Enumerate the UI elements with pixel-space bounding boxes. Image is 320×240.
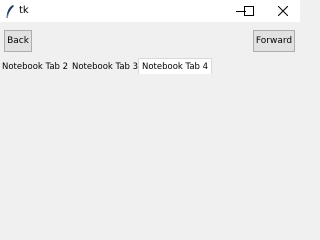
window-title: tk xyxy=(19,5,29,16)
close-icon[interactable] xyxy=(266,0,300,22)
maximize-icon[interactable] xyxy=(232,0,266,22)
notebook-tab-strip: Notebook Tab 2 Notebook Tab 3 Notebook T… xyxy=(0,58,300,75)
title-bar[interactable]: tk xyxy=(0,0,300,22)
back-button[interactable]: Back xyxy=(4,30,32,52)
app-window: tk Back Forward Notebook Tab 2 Notebook … xyxy=(0,0,300,223)
notebook-tab-panel xyxy=(0,74,300,223)
feather-icon xyxy=(5,4,15,18)
forward-button[interactable]: Forward xyxy=(253,30,295,52)
tab-notebook-3[interactable]: Notebook Tab 3 xyxy=(70,60,140,74)
tab-notebook-4[interactable]: Notebook Tab 4 xyxy=(138,58,213,75)
tab-notebook-2[interactable]: Notebook Tab 2 xyxy=(0,60,70,74)
window-client-area: Back Forward Notebook Tab 2 Notebook Tab… xyxy=(0,22,300,223)
